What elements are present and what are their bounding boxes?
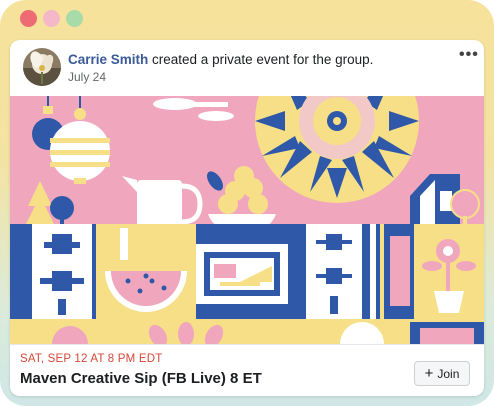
post-action-text: created a private event for the group. (148, 52, 374, 67)
event-title[interactable]: Maven Creative Sip (FB Live) 8 ET (20, 370, 262, 387)
event-post-card: Carrie Smith created a private event for… (10, 40, 484, 396)
minimize-window-button[interactable] (43, 10, 60, 27)
post-header: Carrie Smith created a private event for… (68, 52, 373, 67)
more-options-icon[interactable]: ••• (459, 46, 479, 64)
plus-icon: + (424, 365, 434, 382)
event-details: SAT, SEP 12 AT 8 PM EDT Maven Creative S… (10, 344, 484, 396)
join-label: Join (437, 366, 460, 381)
event-datetime: SAT, SEP 12 AT 8 PM EDT (20, 353, 163, 365)
event-cover-image[interactable] (10, 40, 484, 362)
maximize-window-button[interactable] (66, 10, 83, 27)
post-date[interactable]: July 24 (68, 70, 106, 84)
close-window-button[interactable] (20, 10, 37, 27)
avatar[interactable] (23, 48, 61, 86)
author-name-link[interactable]: Carrie Smith (68, 52, 148, 67)
app-frame: Carrie Smith created a private event for… (0, 0, 494, 406)
join-button[interactable]: + Join (414, 361, 470, 386)
